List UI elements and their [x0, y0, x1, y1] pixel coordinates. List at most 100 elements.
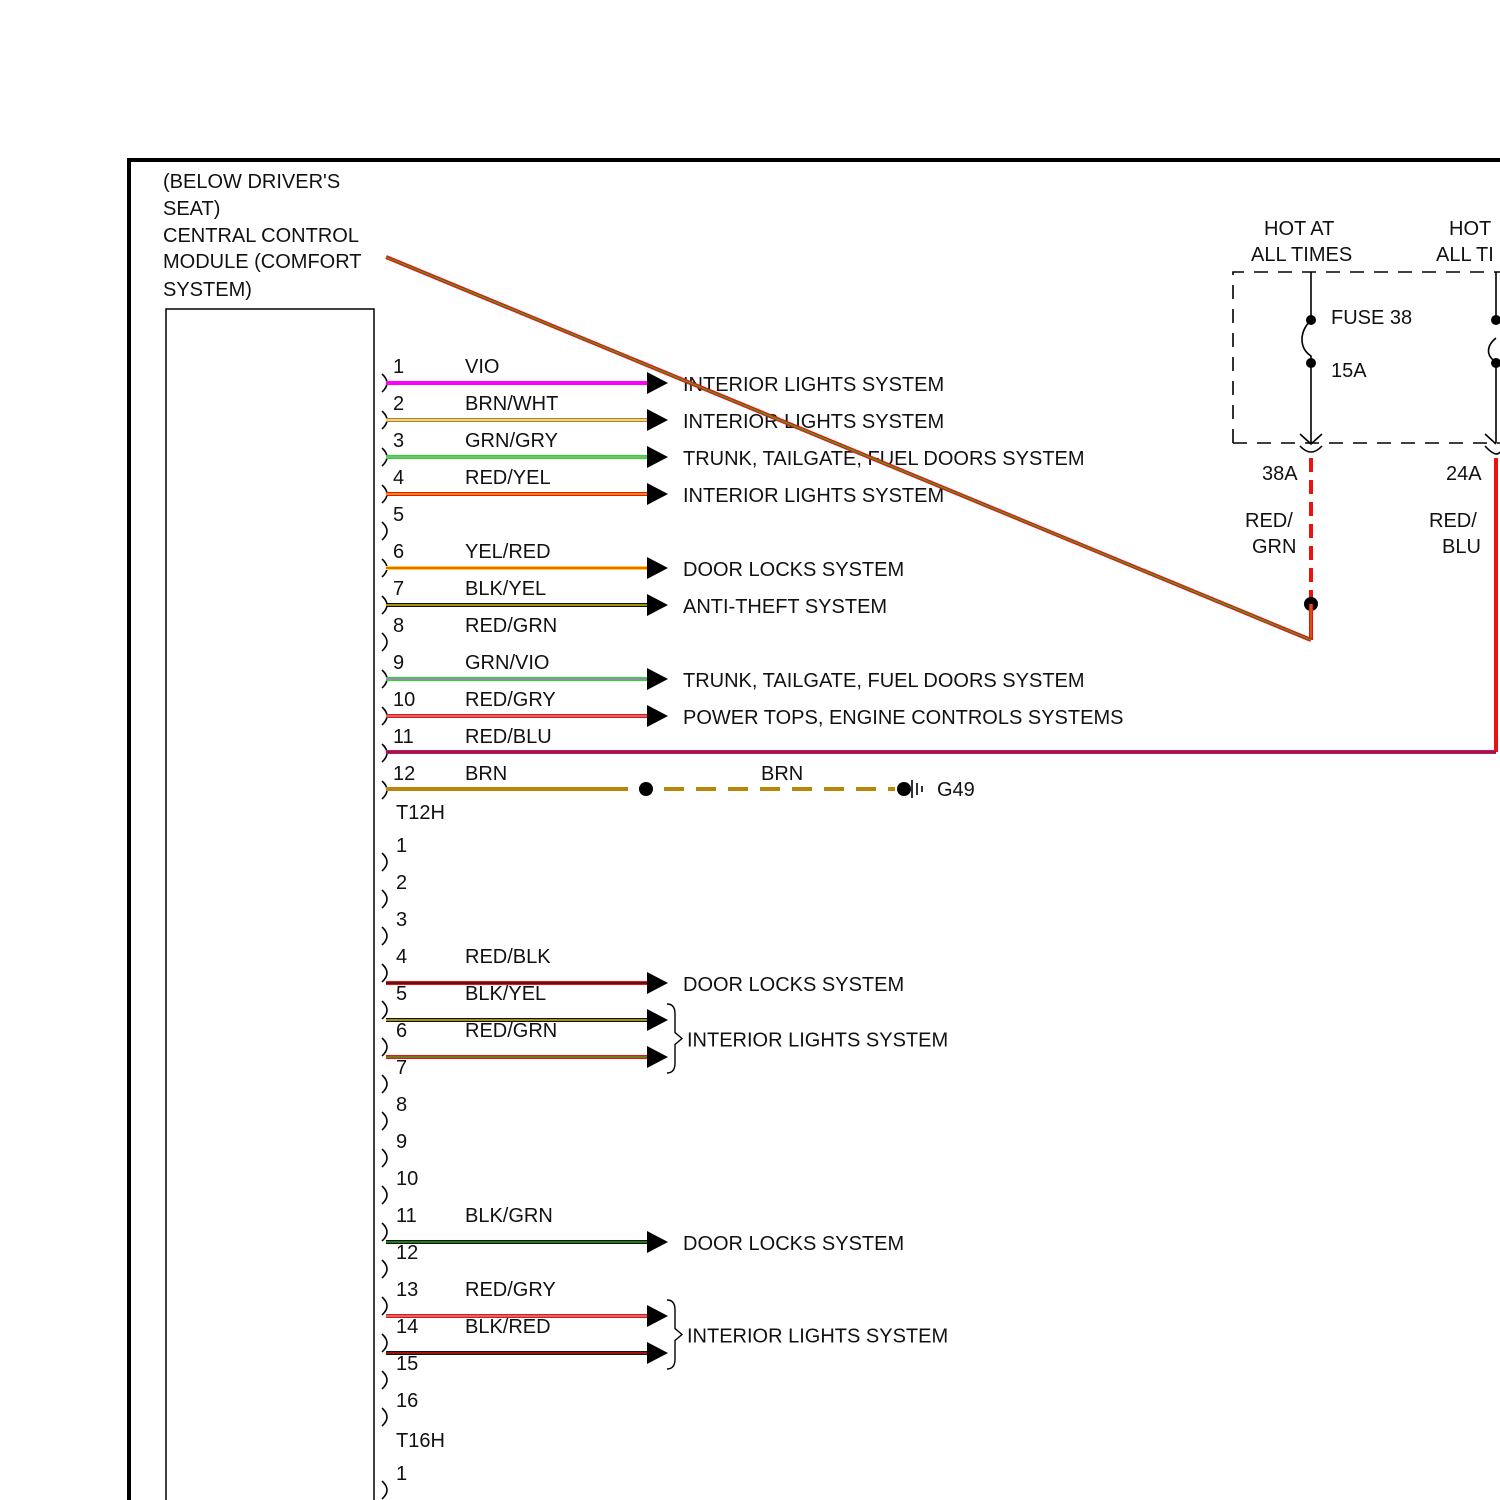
destination-label: POWER TOPS, ENGINE CONTROLS SYSTEMS [683, 707, 1123, 729]
hot-at-all-times-label: ALL TIMES [1251, 244, 1352, 266]
destination-label: TRUNK, TAILGATE, FUEL DOORS SYSTEM [683, 670, 1085, 692]
page-border [127, 158, 1500, 1500]
pin-number: 3 [396, 909, 407, 931]
fuse-panel: HOT AT ALL TIMES HOT ALL TI FUSE 38 15A … [1232, 218, 1500, 558]
wire-color-label: RED/BLU [465, 726, 552, 748]
pin-cavity [381, 1148, 388, 1168]
destination-label: DOOR LOCKS SYSTEM [683, 559, 904, 581]
pin-number: 5 [393, 504, 404, 526]
wire-color-label: BLK/RED [465, 1316, 551, 1338]
pin-cavity [381, 1259, 388, 1279]
ground-symbol-group: BRN G49 [761, 763, 975, 801]
pin-number: 13 [396, 1279, 418, 1301]
destination-label: INTERIOR LIGHTS SYSTEM [683, 485, 944, 507]
module-label-line: (BELOW DRIVER'S [163, 171, 340, 193]
splice-dot [639, 782, 653, 796]
fuse-name: FUSE 38 [1331, 307, 1412, 329]
arrow-icon [647, 446, 668, 468]
hot-at-all-times-label: HOT AT [1264, 218, 1334, 240]
wire-color-label: BLK/YEL [465, 983, 546, 1005]
pin-cavity [381, 1296, 388, 1316]
fuse-rating: 15A [1331, 360, 1367, 382]
pin-number: 3 [393, 430, 404, 452]
pin-cavity [381, 1185, 388, 1205]
arrow-icon [647, 1009, 668, 1031]
pin-number: 2 [393, 393, 404, 415]
fuse-wire-color-label: RED/ [1245, 510, 1293, 532]
pin-cavity [381, 1480, 388, 1500]
wire-color-label: YEL/RED [465, 541, 551, 563]
pin-number: 6 [393, 541, 404, 563]
destination-label: INTERIOR LIGHTS SYSTEM [687, 1326, 948, 1348]
pin-number: 12 [396, 1242, 418, 1264]
hot-at-all-times-label-2: ALL TI [1436, 244, 1494, 266]
wire-color-label: RED/GRN [465, 1020, 557, 1042]
pin-number: 14 [396, 1316, 418, 1338]
fuse-terminal-dot [1491, 315, 1500, 325]
fuse-wire-color-label-2: BLU [1442, 536, 1481, 558]
wire-color-label: RED/BLK [465, 946, 551, 968]
pin-number: 12 [393, 763, 415, 785]
arrow-icon [647, 1231, 668, 1253]
destination-label: ANTI-THEFT SYSTEM [683, 596, 887, 618]
central-control-module-box [165, 308, 375, 1500]
module-label-line: SYSTEM) [163, 279, 252, 301]
pin-cavity [381, 1222, 388, 1242]
destination-label: INTERIOR LIGHTS SYSTEM [683, 374, 944, 396]
pin-cavity [381, 1407, 388, 1427]
pin-number: 10 [393, 689, 415, 711]
destination-label: DOOR LOCKS SYSTEM [683, 974, 904, 996]
pin-cavity [381, 521, 388, 541]
pin-number: 1 [396, 835, 407, 857]
wire-color-label: GRN/GRY [465, 430, 558, 452]
destination-label: TRUNK, TAILGATE, FUEL DOORS SYSTEM [683, 448, 1085, 470]
pin-cavity [381, 963, 388, 983]
hot-at-all-times-label-2: HOT [1449, 218, 1491, 240]
arrow-icon [647, 705, 668, 727]
group-brace [666, 1299, 684, 1370]
pin-number: 6 [396, 1020, 407, 1042]
arrow-icon [647, 1305, 668, 1327]
module-label-line: SEAT) [163, 198, 220, 220]
pin-number: 16 [396, 1390, 418, 1412]
arrow-icon [647, 668, 668, 690]
fuse-panel-border [1232, 271, 1500, 444]
ground-icon [911, 780, 923, 798]
connector-terminal-icon [1484, 433, 1500, 455]
ground-name: G49 [937, 779, 975, 801]
wire-color-label: RED/GRY [465, 689, 556, 711]
wire-color-label: VIO [465, 356, 499, 378]
pin-number: 4 [396, 946, 407, 968]
pin-cavity [381, 1074, 388, 1094]
arrow-icon [647, 372, 668, 394]
fuse-wire-color-label: GRN [1252, 536, 1296, 558]
pin-cavity [381, 852, 388, 872]
pin-number: 11 [393, 726, 414, 748]
pin-cavity [381, 889, 388, 909]
pin-cavity [381, 1333, 388, 1353]
pin-cavity [381, 632, 388, 652]
module-label: (BELOW DRIVER'S SEAT) CENTRAL CONTROL MO… [163, 171, 362, 301]
arrow-icon [647, 409, 668, 431]
destination-label: INTERIOR LIGHTS SYSTEM [683, 411, 944, 433]
wire-color-label: BRN/WHT [465, 393, 558, 415]
pin-number: 1 [396, 1463, 407, 1485]
pin-number: 1 [393, 356, 404, 378]
pin-number: 9 [396, 1131, 407, 1153]
pin-number: 8 [396, 1094, 407, 1116]
pin-number: 5 [396, 983, 407, 1005]
pin-cavity [381, 1000, 388, 1020]
terminal-label-38a: 38A [1262, 463, 1298, 485]
pin-cavity [381, 1037, 388, 1057]
fuse-wire-color-label-2: RED/ [1429, 510, 1477, 532]
wire-layer: 1 VIO INTERIOR LIGHTS SYSTEM 2 BRN/WHT INTERI… [381, 255, 1496, 1500]
connector-name-t12h: T12H [396, 802, 445, 824]
wire-color-label: RED/GRN [465, 615, 557, 637]
pin-number: 9 [393, 652, 404, 674]
pin-cavity [381, 926, 388, 946]
wire-color-label: RED/GRY [465, 1279, 556, 1301]
destination-label: INTERIOR LIGHTS SYSTEM [687, 1030, 948, 1052]
module-label-line: CENTRAL CONTROL [163, 225, 359, 247]
pin-number: 15 [396, 1353, 418, 1375]
arrow-icon [647, 557, 668, 579]
